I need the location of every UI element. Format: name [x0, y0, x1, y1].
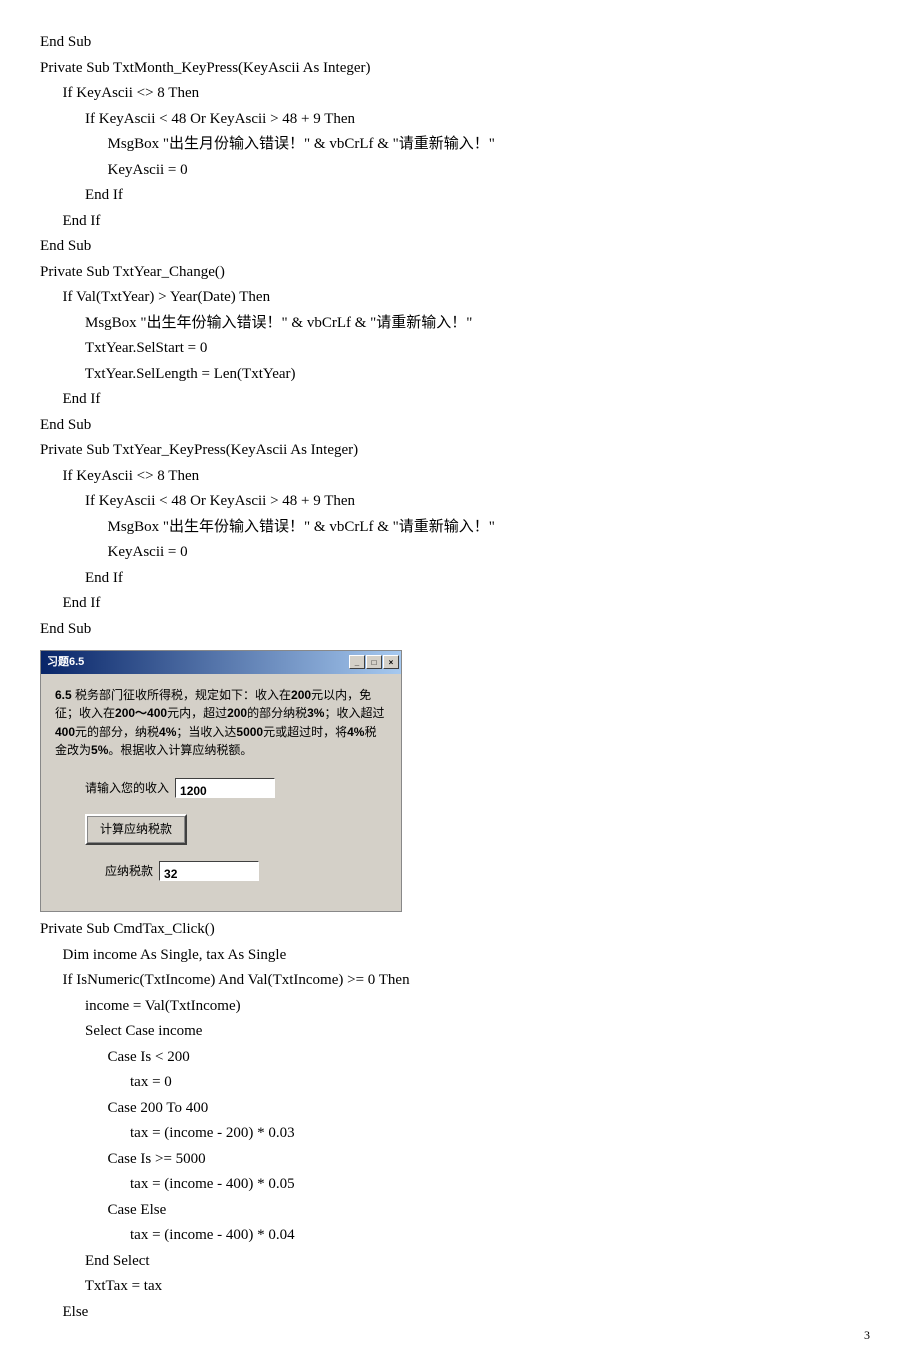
income-row: 请输入您的收入 1200	[85, 778, 387, 798]
window-buttons: _ □ ×	[349, 655, 399, 669]
calculate-button[interactable]: 计算应纳税款	[85, 814, 187, 844]
tax-label: 应纳税款	[105, 861, 153, 881]
page-number: 3	[864, 1325, 870, 1345]
minimize-icon[interactable]: _	[349, 655, 365, 669]
tax-output: 32	[159, 861, 259, 881]
dialog-title: 习题6.5	[47, 653, 84, 672]
maximize-icon[interactable]: □	[366, 655, 382, 669]
desc-bold: 6.5	[55, 688, 72, 702]
problem-description: 6.5 税务部门征收所得税，规定如下：收入在200元以内，免征；收入在200～4…	[55, 686, 387, 760]
dialog-window: 习题6.5 _ □ × 6.5 税务部门征收所得税，规定如下：收入在200元以内…	[40, 650, 402, 912]
income-label: 请输入您的收入	[85, 778, 169, 798]
code-block-2: Private Sub CmdTax_Click() Dim income As…	[40, 917, 880, 1325]
titlebar: 习题6.5 _ □ ×	[41, 651, 401, 674]
tax-row: 应纳税款 32	[105, 861, 387, 881]
close-icon[interactable]: ×	[383, 655, 399, 669]
dialog-body: 6.5 税务部门征收所得税，规定如下：收入在200元以内，免征；收入在200～4…	[41, 674, 401, 912]
code-block-1: End Sub Private Sub TxtMonth_KeyPress(Ke…	[40, 30, 880, 642]
income-input[interactable]: 1200	[175, 778, 275, 798]
